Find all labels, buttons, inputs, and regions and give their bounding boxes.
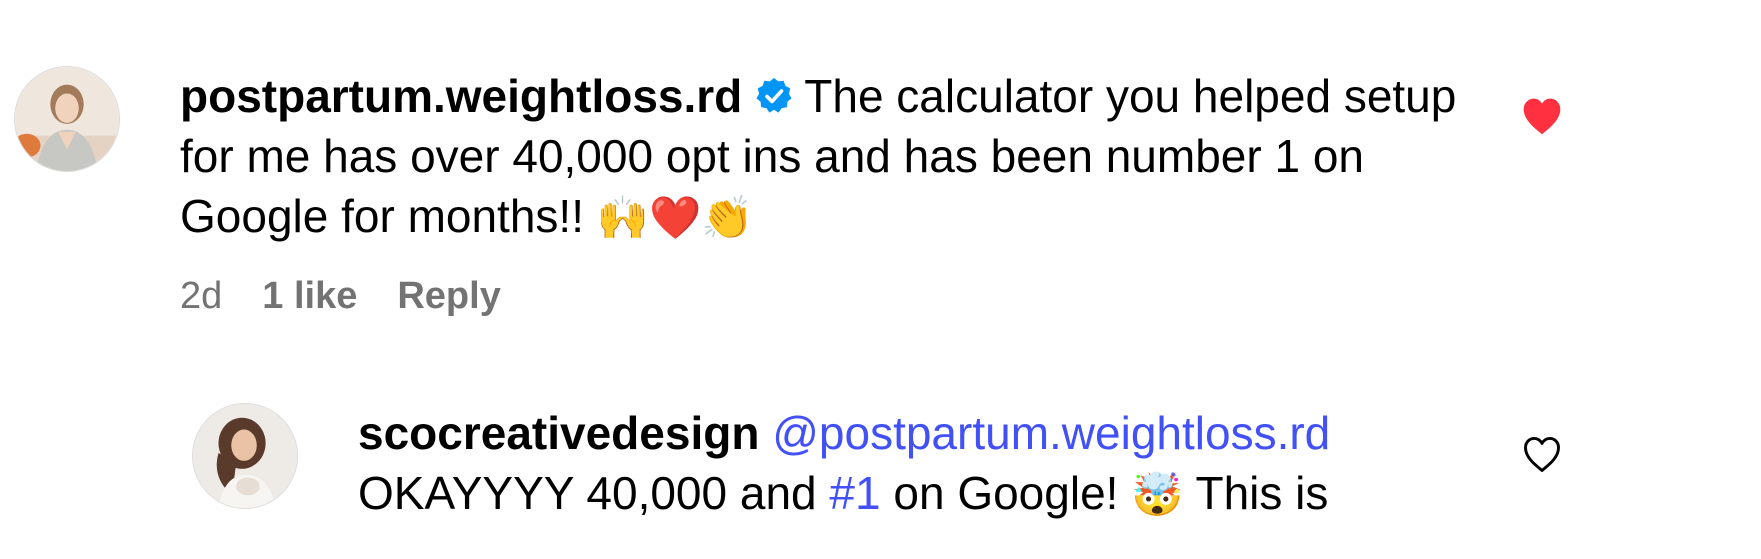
avatar-postpartum-weightloss-rd[interactable]: [14, 66, 120, 172]
comment-text-1: postpartum.weightloss.rd The calculator y…: [180, 66, 1480, 248]
comment-emoji: 🤯: [1131, 471, 1184, 518]
comment-username[interactable]: postpartum.weightloss.rd: [180, 70, 742, 122]
mention-link[interactable]: @postpartum.weightloss.rd: [772, 407, 1330, 459]
heart-filled-icon[interactable]: [1520, 94, 1564, 138]
reply-button[interactable]: Reply: [397, 272, 500, 320]
comment-likes-count[interactable]: 1 like: [262, 272, 357, 320]
avatar-photo: [193, 404, 297, 508]
comment-text: OKAYYYY 40,000 and: [358, 467, 817, 519]
verified-badge-icon: [754, 76, 794, 116]
comment-text-2: scocreativedesign @postpartum.weightloss…: [358, 403, 1498, 525]
avatar-scocreativedesign[interactable]: [192, 403, 298, 509]
heart-outline-icon[interactable]: [1520, 432, 1564, 476]
comment-timestamp[interactable]: 2d: [180, 272, 222, 320]
comment-text-continued: on Google!: [893, 467, 1119, 519]
comment-meta-1: 2d 1 like Reply: [180, 272, 501, 320]
comment-username[interactable]: scocreativedesign: [358, 407, 759, 459]
hashtag-link[interactable]: #1: [829, 467, 880, 519]
comment-emojis: 🙌❤️👏: [596, 194, 754, 241]
comment-text-end: This is: [1195, 467, 1329, 519]
avatar-photo: [15, 67, 119, 171]
